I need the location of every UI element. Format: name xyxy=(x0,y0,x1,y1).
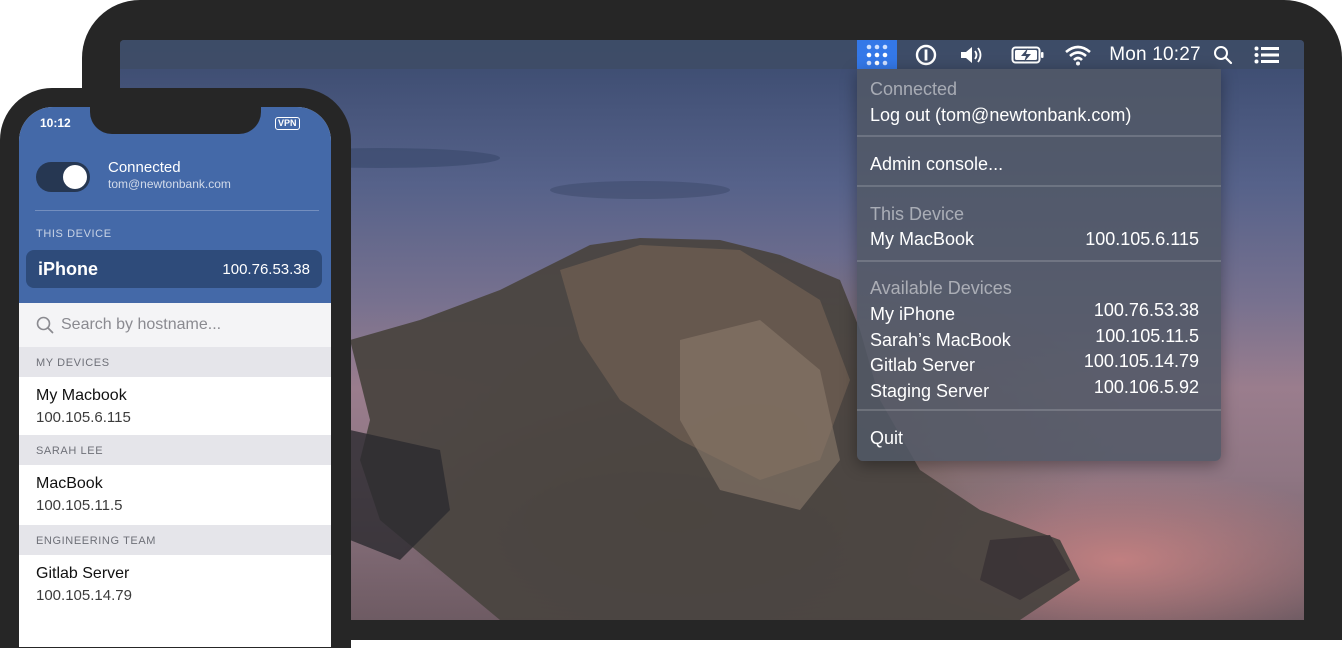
menu-separator xyxy=(857,409,1221,411)
list-icon xyxy=(1254,46,1279,63)
device-name: Gitlab Server xyxy=(36,565,130,582)
spotlight-button[interactable] xyxy=(1210,40,1236,69)
menu-device-name[interactable]: My iPhone xyxy=(870,304,955,325)
phone-header: 10:12 VPN Connected tom@newtonbank.com T… xyxy=(19,107,331,303)
device-name: MacBook xyxy=(36,475,103,492)
password-manager-button[interactable] xyxy=(912,40,940,69)
device-row[interactable]: My Macbook 100.105.6.115 xyxy=(19,377,331,435)
volume-icon xyxy=(961,46,982,63)
phone-screen: 10:12 VPN Connected tom@newtonbank.com T… xyxy=(19,107,331,647)
phone-this-device-header: THIS DEVICE xyxy=(36,228,112,240)
device-ip: 100.105.6.115 xyxy=(36,409,131,426)
header-divider xyxy=(35,210,319,211)
section-title: SARAH LEE xyxy=(36,445,104,457)
password-manager-icon xyxy=(915,44,937,65)
phone-this-device-ip: 100.76.53.38 xyxy=(222,261,310,278)
menu-available-devices-header: Available Devices xyxy=(870,278,1012,298)
search-icon xyxy=(36,316,54,334)
menubar-clock[interactable]: Mon 10:27 xyxy=(1108,40,1202,69)
phone-this-device-row[interactable]: iPhone 100.76.53.38 xyxy=(26,250,322,288)
menu-device-ip: 100.105.11.5 xyxy=(1095,326,1199,346)
connection-toggle[interactable] xyxy=(36,162,90,192)
menu-device-ip: 100.76.53.38 xyxy=(1093,300,1199,320)
device-ip: 100.105.11.5 xyxy=(36,497,123,514)
menu-this-device-ip: 100.105.6.115 xyxy=(1085,229,1199,249)
menu-device-ip: 100.105.14.79 xyxy=(1083,351,1199,371)
menu-item-quit[interactable]: Quit xyxy=(870,428,903,449)
section-title: MY DEVICES xyxy=(36,357,110,369)
wifi-icon xyxy=(1065,45,1091,65)
phone-frame: 10:12 VPN Connected tom@newtonbank.com T… xyxy=(0,88,351,648)
menu-this-device-name[interactable]: My MacBook xyxy=(870,229,974,250)
battery-button[interactable] xyxy=(1010,40,1046,69)
section-header: MY DEVICES xyxy=(19,347,331,377)
menu-this-device-header: This Device xyxy=(870,204,965,224)
menu-device-ip: 100.106.5.92 xyxy=(1093,377,1199,397)
menu-separator xyxy=(857,185,1221,187)
menu-status-label: Connected xyxy=(870,79,958,99)
volume-button[interactable] xyxy=(956,40,988,69)
mac-menubar: Mon 10:27 xyxy=(120,40,1304,69)
tailscale-menu-button[interactable] xyxy=(857,40,897,69)
menu-item-logout[interactable]: Log out (tom@newtonbank.com) xyxy=(870,105,1131,126)
tailscale-icon xyxy=(866,44,888,65)
vpn-badge: VPN xyxy=(275,117,300,130)
section-title: ENGINEERING TEAM xyxy=(36,535,157,547)
device-name: My Macbook xyxy=(36,387,127,404)
toggle-knob xyxy=(63,165,87,189)
hostname-search-bar[interactable]: Search by hostname... xyxy=(19,303,331,347)
section-header: SARAH LEE xyxy=(19,435,331,465)
menu-device-name[interactable]: Sarah’s MacBook xyxy=(870,330,1011,351)
menu-device-name[interactable]: Gitlab Server xyxy=(870,355,975,376)
section-header: ENGINEERING TEAM xyxy=(19,525,331,555)
menu-device-name[interactable]: Staging Server xyxy=(870,381,989,402)
notification-center-button[interactable] xyxy=(1252,40,1282,69)
phone-this-device-name: iPhone xyxy=(38,259,99,279)
device-row[interactable]: Gitlab Server 100.105.14.79 xyxy=(19,555,331,647)
device-ip: 100.105.14.79 xyxy=(36,587,132,604)
phone-status-time: 10:12 xyxy=(40,116,71,130)
tailscale-dropdown-menu: Connected Log out (tom@newtonbank.com) A… xyxy=(857,69,1221,461)
device-row[interactable]: MacBook 100.105.11.5 xyxy=(19,465,331,525)
phone-connection-status: Connected xyxy=(108,159,181,176)
menu-separator xyxy=(857,260,1221,262)
menu-item-admin-console[interactable]: Admin console... xyxy=(870,154,1003,175)
wifi-button[interactable] xyxy=(1062,40,1094,69)
menu-separator xyxy=(857,135,1221,137)
phone-account-email: tom@newtonbank.com xyxy=(108,177,231,191)
search-placeholder[interactable]: Search by hostname... xyxy=(61,316,221,334)
phone-notch xyxy=(90,107,261,134)
battery-charging-icon xyxy=(1011,46,1044,63)
search-icon xyxy=(1214,45,1233,64)
